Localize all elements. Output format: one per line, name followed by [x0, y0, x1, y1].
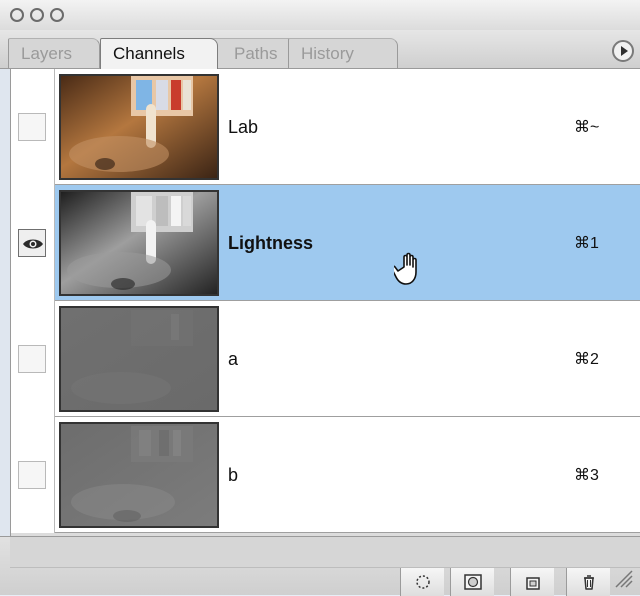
- resize-grip-icon[interactable]: [614, 569, 634, 589]
- channel-shortcut-a: ⌘2: [574, 351, 599, 368]
- visibility-column: [11, 417, 55, 533]
- channel-shortcut-lightness: ⌘1: [574, 235, 599, 252]
- footer-spacer: [10, 537, 640, 568]
- channel-thumbnail-a: [59, 306, 219, 412]
- channel-row-lightness[interactable]: Lightness ⌘1: [11, 185, 640, 301]
- new-channel-button[interactable]: [510, 568, 554, 596]
- visibility-column: [11, 185, 55, 301]
- title-bar: [0, 0, 640, 31]
- thumbnail-image-lab: [61, 76, 217, 178]
- channel-name-lightness: Lightness: [228, 233, 314, 253]
- panel-footer: [0, 536, 640, 596]
- channel-row-lab[interactable]: Lab ⌘~: [11, 69, 640, 185]
- delete-channel-button[interactable]: [566, 568, 610, 596]
- channel-shortcut-lab: ⌘~: [574, 119, 600, 136]
- visibility-toggle-lightness[interactable]: [18, 229, 46, 257]
- thumbnail-image-lightness: [61, 192, 217, 294]
- channel-list: Lab ⌘~ Lightness ⌘1 a ⌘2 b ⌘3: [10, 68, 640, 537]
- hand-pointer-icon: [390, 251, 426, 290]
- channel-thumbnail-lab: [59, 74, 219, 180]
- visibility-toggle-b[interactable]: [18, 461, 46, 489]
- channel-name-lab: Lab: [228, 117, 259, 137]
- channel-row-b[interactable]: b ⌘3: [11, 417, 640, 533]
- panel-menu-button[interactable]: [612, 40, 634, 62]
- save-selection-as-channel-button[interactable]: [450, 568, 494, 596]
- tab-layers[interactable]: Layers: [8, 38, 100, 68]
- tab-history[interactable]: History: [288, 38, 398, 68]
- tab-channels[interactable]: Channels: [100, 38, 218, 69]
- zoom-window-button[interactable]: [50, 8, 64, 22]
- channel-name-a: a: [228, 349, 239, 369]
- thumbnail-image-b: [61, 424, 217, 526]
- channel-thumbnail-lightness: [59, 190, 219, 296]
- channel-name-b: b: [228, 465, 239, 485]
- load-channel-as-selection-button[interactable]: [400, 568, 444, 596]
- visibility-column: [11, 69, 55, 185]
- visibility-column: [11, 301, 55, 417]
- channel-thumbnail-b: [59, 422, 219, 528]
- visibility-toggle-a[interactable]: [18, 345, 46, 373]
- minimize-window-button[interactable]: [30, 8, 44, 22]
- visibility-toggle-lab[interactable]: [18, 113, 46, 141]
- channel-shortcut-b: ⌘3: [574, 467, 599, 484]
- channel-row-a[interactable]: a ⌘2: [11, 301, 640, 417]
- channels-panel-window: Layers Channels Paths History Lab ⌘~ Lig…: [0, 0, 640, 596]
- thumbnail-image-a: [61, 308, 217, 410]
- tab-strip: Layers Channels Paths History: [0, 30, 640, 69]
- close-window-button[interactable]: [10, 8, 24, 22]
- tab-paths[interactable]: Paths: [208, 38, 296, 68]
